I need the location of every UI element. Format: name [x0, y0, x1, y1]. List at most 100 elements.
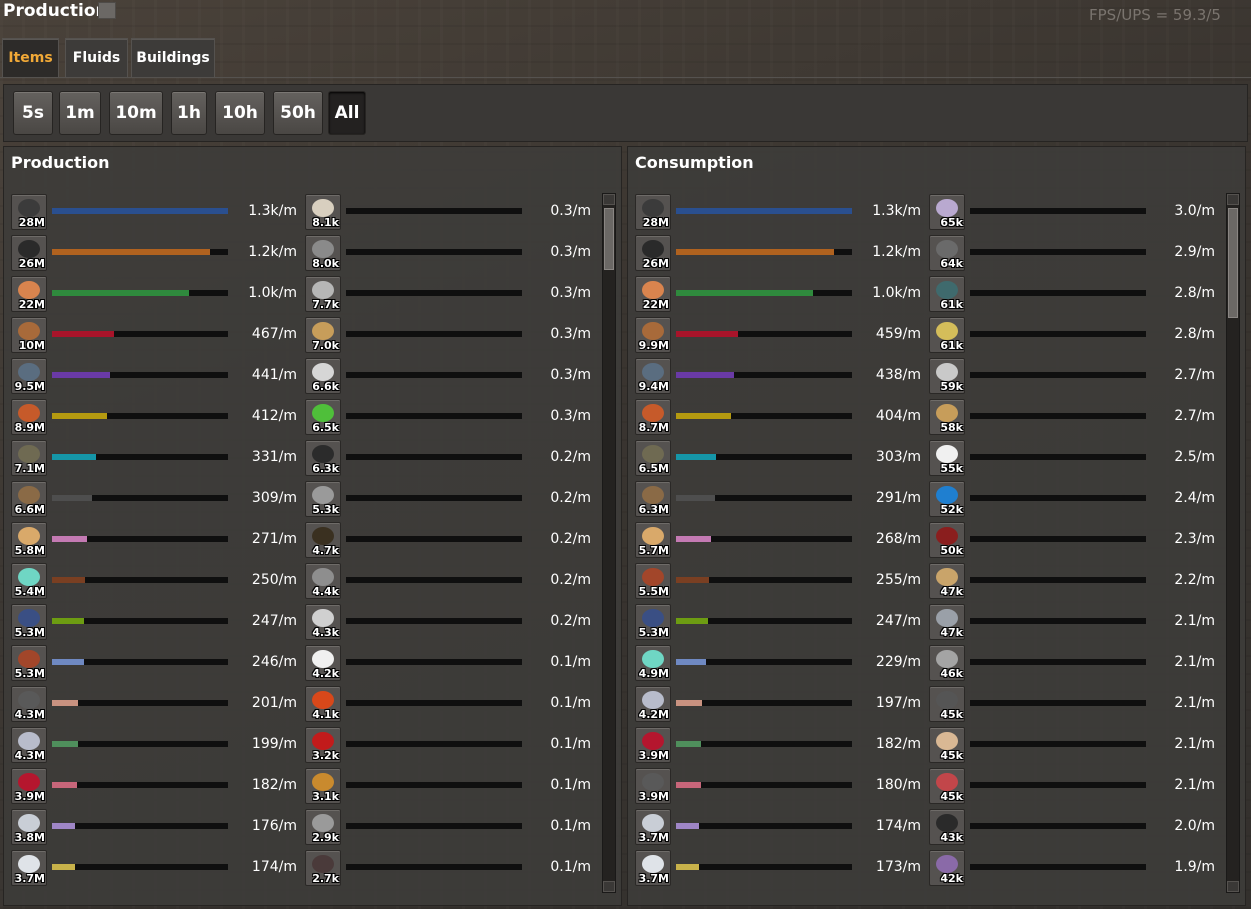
wood-icon[interactable]: 22M — [11, 276, 47, 312]
copper-plate-icon[interactable]: 5.5M — [635, 563, 671, 599]
item-glyph — [936, 609, 958, 627]
graphite-icon[interactable]: 64k — [929, 235, 965, 271]
stone-icon[interactable]: 26M — [11, 235, 47, 271]
rate-bar — [52, 495, 228, 501]
item-count: 10M — [18, 339, 45, 352]
sand-pile-icon[interactable]: 6.3M — [635, 481, 671, 517]
crystal-icon[interactable]: 4.9M — [635, 645, 671, 681]
flour-icon[interactable]: 8.1k — [305, 194, 341, 230]
lead-ore-icon[interactable]: 4.3M — [11, 686, 47, 722]
iron-ore-icon[interactable]: 9.5M — [11, 358, 47, 394]
iron-ore-chunk-icon[interactable]: 47k — [929, 604, 965, 640]
gold-ore-icon[interactable]: 7.1M — [11, 440, 47, 476]
production-scrollbar[interactable] — [602, 193, 616, 893]
cooked-fish-icon[interactable]: 61k — [929, 276, 965, 312]
aluminium-rod-icon[interactable]: 6.6k — [305, 358, 341, 394]
tab-buildings[interactable]: Buildings — [131, 38, 215, 77]
belt-icon[interactable]: 6.3k — [305, 440, 341, 476]
coal-icon[interactable]: 28M — [11, 194, 47, 230]
tab-fluids[interactable]: Fluids — [65, 38, 128, 77]
silver-ore-icon[interactable]: 3.7M — [635, 850, 671, 886]
circuit-board-icon[interactable]: 50k — [929, 522, 965, 558]
copper-plate-icon[interactable]: 5.3M — [11, 645, 47, 681]
furnace-icon[interactable]: 4.1k — [305, 686, 341, 722]
rate-bar — [970, 741, 1146, 747]
aluminium-ore-icon[interactable]: 4.2M — [635, 686, 671, 722]
robot-icon[interactable]: 3.1k — [305, 768, 341, 804]
time-button-10m[interactable]: 10m — [109, 91, 163, 135]
time-button-10h[interactable]: 10h — [215, 91, 265, 135]
silver-ore-icon[interactable]: 3.7M — [11, 850, 47, 886]
sand-icon[interactable]: 5.7M — [635, 522, 671, 558]
lamp-icon[interactable]: 4.7k — [305, 522, 341, 558]
scroll-thumb[interactable] — [604, 208, 614, 270]
ruby-icon[interactable]: 3.9M — [11, 768, 47, 804]
rate-bar — [970, 823, 1146, 829]
salt-icon[interactable]: 4.2k — [305, 645, 341, 681]
quartz-icon[interactable]: 3.7M — [635, 809, 671, 845]
calculator-icon[interactable] — [98, 2, 116, 19]
tab-items[interactable]: Items — [2, 38, 59, 77]
scroll-down-arrow[interactable] — [1227, 881, 1239, 892]
coal-chunk-icon[interactable]: 45k — [929, 686, 965, 722]
aluminium-ore-icon[interactable]: 4.3M — [11, 727, 47, 763]
steel-plate-icon[interactable]: 8.0k — [305, 235, 341, 271]
red-cable-icon[interactable]: 3.2k — [305, 727, 341, 763]
time-button-1m[interactable]: 1m — [59, 91, 101, 135]
inserter-icon[interactable]: 2.9k — [305, 809, 341, 845]
tire-icon[interactable]: 43k — [929, 809, 965, 845]
item-glyph — [936, 486, 958, 504]
meat-icon[interactable]: 45k — [929, 768, 965, 804]
crate-icon[interactable]: 47k — [929, 563, 965, 599]
amethyst-shard-icon[interactable]: 42k — [929, 850, 965, 886]
copper-ore-pile-icon[interactable]: 8.9M — [11, 399, 47, 435]
steel-gear-icon[interactable]: 46k — [929, 645, 965, 681]
wheat-icon[interactable]: 61k — [929, 317, 965, 353]
time-button-1h[interactable]: 1h — [171, 91, 207, 135]
rate-value: 2.2/m — [1174, 572, 1215, 588]
lead-ore-icon[interactable]: 3.9M — [635, 768, 671, 804]
quartz-icon[interactable]: 3.8M — [11, 809, 47, 845]
glass-icon[interactable]: 59k — [929, 358, 965, 394]
rate-bar-fill — [52, 331, 114, 337]
scroll-thumb[interactable] — [1228, 208, 1238, 318]
chest-icon[interactable]: 4.4k — [305, 563, 341, 599]
iron-plate-icon[interactable]: 5.3M — [635, 604, 671, 640]
copper-ore-icon[interactable]: 10M — [11, 317, 47, 353]
coal-icon[interactable]: 28M — [635, 194, 671, 230]
iron-plate-icon[interactable]: 5.3M — [11, 604, 47, 640]
salt-icon[interactable]: 55k — [929, 440, 965, 476]
circuit-icon[interactable]: 2.7k — [305, 850, 341, 886]
time-button-all[interactable]: All — [328, 91, 366, 135]
item-count: 5.3M — [14, 626, 45, 639]
item-glyph — [312, 240, 334, 258]
time-button-50h[interactable]: 50h — [273, 91, 323, 135]
crystal-icon[interactable]: 5.4M — [11, 563, 47, 599]
gears-icon[interactable]: 4.3k — [305, 604, 341, 640]
time-button-5s[interactable]: 5s — [13, 91, 53, 135]
table-row: 22M 1.0k/m 61k 2.8/m — [628, 274, 1228, 315]
stone-icon[interactable]: 26M — [635, 235, 671, 271]
scroll-up-arrow[interactable] — [603, 194, 615, 205]
consumption-scrollbar[interactable] — [1226, 193, 1240, 893]
paper-icon[interactable]: 45k — [929, 727, 965, 763]
pipe-icon[interactable]: 7.7k — [305, 276, 341, 312]
scroll-down-arrow[interactable] — [603, 881, 615, 892]
sand-pile-icon[interactable]: 6.6M — [11, 481, 47, 517]
amethyst-icon[interactable]: 65k — [929, 194, 965, 230]
iron-ore-icon[interactable]: 9.4M — [635, 358, 671, 394]
scroll-up-arrow[interactable] — [1227, 194, 1239, 205]
copper-ore-pile-icon[interactable]: 8.7M — [635, 399, 671, 435]
copper-ore-icon[interactable]: 9.9M — [635, 317, 671, 353]
wood-icon[interactable]: 22M — [635, 276, 671, 312]
ruby-icon[interactable]: 3.9M — [635, 727, 671, 763]
seedling-icon[interactable]: 6.5k — [305, 399, 341, 435]
wood-planks-icon[interactable]: 58k — [929, 399, 965, 435]
rate-value: 247/m — [875, 613, 921, 629]
wood-planks-icon[interactable]: 7.0k — [305, 317, 341, 353]
rate-bar-fill — [676, 536, 712, 542]
sapphire-icon[interactable]: 52k — [929, 481, 965, 517]
gold-ore-icon[interactable]: 6.5M — [635, 440, 671, 476]
sand-icon[interactable]: 5.8M — [11, 522, 47, 558]
pipe-elbow-icon[interactable]: 5.3k — [305, 481, 341, 517]
